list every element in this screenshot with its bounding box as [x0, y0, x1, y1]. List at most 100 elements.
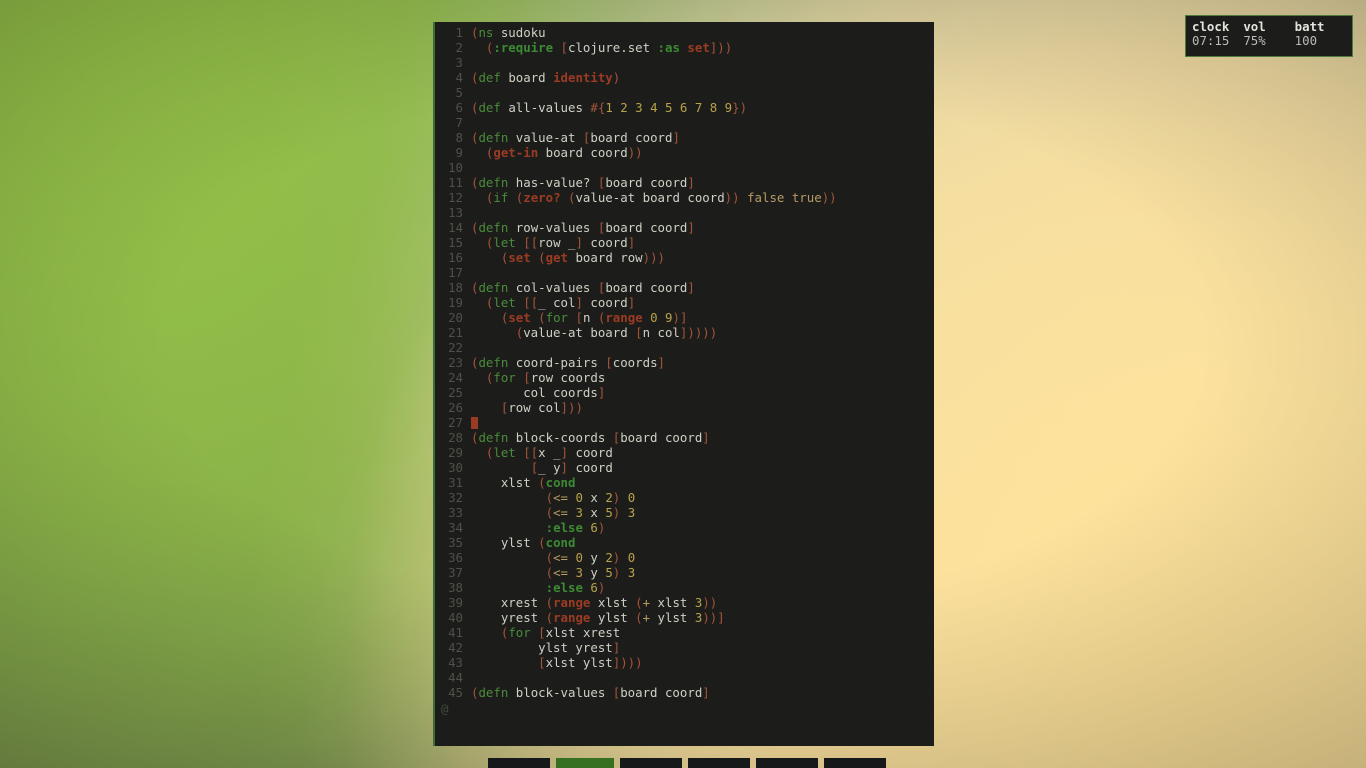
code-line[interactable]: 23 (defn coord-pairs [coords] — [435, 355, 934, 370]
code-line[interactable]: 26 [row col])) — [435, 400, 934, 415]
line-number: 1 — [455, 25, 463, 40]
code-line[interactable]: 14 (defn row-values [board coord] — [435, 220, 934, 235]
taskbar-item-4[interactable] — [756, 758, 818, 768]
code-token: set — [508, 250, 531, 265]
code-line[interactable]: 32 (<= 0 x 2) 0 — [435, 490, 934, 505]
code-line[interactable]: 1 (ns sudoku — [435, 25, 934, 40]
code-token: ( — [560, 190, 576, 205]
code-line[interactable]: 39 xrest (range xlst (+ xlst 3)) — [435, 595, 934, 610]
code-token: [[ — [523, 295, 539, 310]
taskbar-item-5[interactable] — [824, 758, 886, 768]
code-line[interactable]: 9 (get-in board coord)) — [435, 145, 934, 160]
code-line[interactable]: 45 (defn block-values [board coord] — [435, 685, 934, 700]
taskbar[interactable] — [0, 756, 1366, 768]
code-line[interactable]: 22 — [435, 340, 934, 355]
terminal-window[interactable]: 1 (ns sudoku 2 (:require [clojure.set :as … — [433, 22, 934, 746]
code-line[interactable]: 12 (if (zero? (value-at board coord)) fa… — [435, 190, 934, 205]
code-token: 0 — [575, 550, 583, 565]
code-line[interactable]: 6 (def all-values #{1 2 3 4 5 6 7 8 9}) — [435, 100, 934, 115]
code-token: block-values — [508, 685, 613, 700]
code-token: ( — [471, 190, 494, 205]
code-token: 0 — [627, 550, 636, 565]
code-line[interactable]: 15 (let [[row _] coord] — [435, 235, 934, 250]
code-token: yrest — [471, 610, 546, 625]
code-token: <= — [553, 505, 576, 520]
code-line[interactable]: 24 (for [row coords — [435, 370, 934, 385]
code-line[interactable]: 21 (value-at board [n col])))) — [435, 325, 934, 340]
code-line[interactable]: 4 (def board identity) — [435, 70, 934, 85]
code-line[interactable]: 5 — [435, 85, 934, 100]
code-line[interactable]: 35 ylst (cond — [435, 535, 934, 550]
code-line-source: (defn value-at [board coord] — [471, 130, 680, 145]
code-line-source: (if (zero? (value-at board coord)) false… — [471, 190, 837, 205]
code-line[interactable]: 29 (let [[x _] coord — [435, 445, 934, 460]
code-line[interactable]: 34 :else 6) — [435, 520, 934, 535]
code-line[interactable]: 20 (set (for [n (range 0 9)] — [435, 310, 934, 325]
code-line[interactable]: 33 (<= 3 x 5) 3 — [435, 505, 934, 520]
code-token: xrest — [471, 595, 546, 610]
code-token: def — [478, 100, 501, 115]
taskbar-item-1[interactable] — [556, 758, 614, 768]
code-line-source: (let [[row _] coord] — [471, 235, 635, 250]
code-line[interactable]: 16 (set (get board row))) — [435, 250, 934, 265]
code-token: 0 — [627, 490, 636, 505]
code-line[interactable]: 17 — [435, 265, 934, 280]
code-editor-buffer[interactable]: 1 (ns sudoku 2 (:require [clojure.set :as … — [435, 22, 934, 700]
code-token: defn — [478, 130, 509, 145]
code-line[interactable]: 30 [_ y] coord — [435, 460, 934, 475]
battery-label: batt — [1294, 19, 1325, 34]
code-line[interactable]: 13 — [435, 205, 934, 220]
code-line[interactable]: 41 (for [xlst xrest — [435, 625, 934, 640]
code-token: col-values — [508, 280, 598, 295]
code-line[interactable]: 27 — [435, 415, 934, 430]
taskbar-item-2[interactable] — [620, 758, 682, 768]
code-line[interactable]: 42 ylst yrest] — [435, 640, 934, 655]
code-line[interactable]: 43 [xlst ylst]))) — [435, 655, 934, 670]
system-status-widget[interactable]: clock vol batt 07:15 75% 100 — [1185, 15, 1353, 57]
taskbar-item-3[interactable] — [688, 758, 750, 768]
code-line[interactable]: 38 :else 6) — [435, 580, 934, 595]
code-line[interactable]: 31 xlst (cond — [435, 475, 934, 490]
code-line[interactable]: 10 — [435, 160, 934, 175]
line-number: 2 — [455, 40, 463, 55]
line-number: 4 — [455, 70, 463, 85]
line-number: 16 — [448, 250, 463, 265]
code-token: row col — [508, 400, 561, 415]
code-token: board row — [568, 250, 643, 265]
code-token: 2 — [605, 550, 613, 565]
code-token: ( — [538, 535, 546, 550]
line-number: 22 — [448, 340, 463, 355]
code-line[interactable]: 37 (<= 3 y 5) 3 — [435, 565, 934, 580]
code-token: ( — [471, 325, 524, 340]
line-number: 41 — [448, 625, 463, 640]
code-line[interactable]: 11 (defn has-value? [board coord] — [435, 175, 934, 190]
code-token: ( — [471, 310, 509, 325]
code-token: ] — [657, 355, 665, 370]
code-line-source: ylst yrest] — [471, 640, 620, 655]
line-number: 39 — [448, 595, 463, 610]
code-line[interactable]: 19 (let [[_ col] coord] — [435, 295, 934, 310]
code-token: )) — [724, 190, 740, 205]
code-token: ] — [612, 640, 621, 655]
code-line[interactable]: 2 (:require [clojure.set :as set])) — [435, 40, 934, 55]
code-token: for — [493, 370, 516, 385]
vim-statusline: 27,0-1 Top — [435, 724, 934, 746]
code-line[interactable]: 28 (defn block-coords [board coord] — [435, 430, 934, 445]
code-line[interactable]: 44 — [435, 670, 934, 685]
code-line[interactable]: 8 (defn value-at [board coord] — [435, 130, 934, 145]
code-token: sudoku — [493, 25, 546, 40]
code-token: identity — [553, 70, 613, 85]
code-line[interactable]: 18 (defn col-values [board coord] — [435, 280, 934, 295]
code-token: ) — [597, 520, 606, 535]
code-token: ( — [471, 145, 494, 160]
code-line[interactable]: 40 yrest (range ylst (+ ylst 3))] — [435, 610, 934, 625]
code-line[interactable]: 25 col coords] — [435, 385, 934, 400]
code-token: 3 — [575, 565, 583, 580]
code-line-source: [_ y] coord — [471, 460, 613, 475]
code-line[interactable]: 7 — [435, 115, 934, 130]
code-line[interactable]: 3 — [435, 55, 934, 70]
taskbar-item-0[interactable] — [488, 758, 550, 768]
code-token: board coord — [605, 280, 688, 295]
code-line[interactable]: 36 (<= 0 y 2) 0 — [435, 550, 934, 565]
